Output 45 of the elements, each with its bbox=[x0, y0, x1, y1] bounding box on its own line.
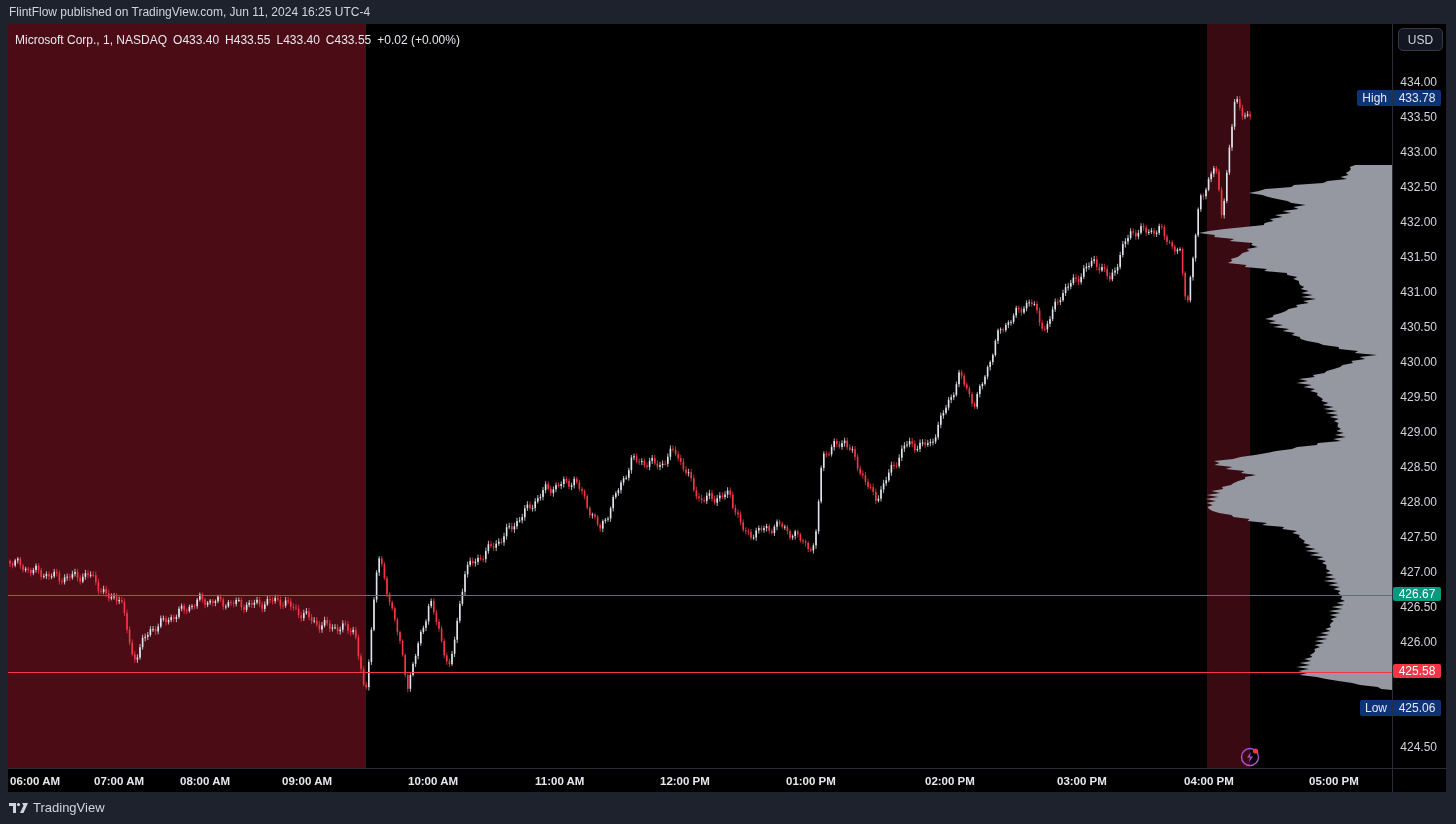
price-tick-label: 428.00 bbox=[1400, 496, 1437, 508]
price-tick-label: 427.00 bbox=[1400, 566, 1437, 578]
price-tick-label: 426.50 bbox=[1400, 601, 1437, 613]
price-marker-value: 426.67 bbox=[1393, 587, 1441, 601]
price-tick-label: 431.50 bbox=[1400, 251, 1437, 263]
time-tick-label: 01:00 PM bbox=[786, 774, 836, 788]
ohlc-value: O433.40 bbox=[173, 32, 220, 49]
time-tick-label: 07:00 AM bbox=[94, 774, 145, 788]
time-tick-label: 02:00 PM bbox=[925, 774, 975, 788]
ohlc-value: C433.55 bbox=[325, 32, 372, 49]
price-tick-label: 430.00 bbox=[1400, 356, 1437, 368]
price-tick-label: 429.00 bbox=[1400, 426, 1437, 438]
time-tick-label: 12:00 PM bbox=[660, 774, 710, 788]
price-tick-label: 433.00 bbox=[1400, 146, 1437, 158]
time-tick-label: 11:00 AM bbox=[535, 774, 585, 788]
price-tick-label: 432.00 bbox=[1400, 216, 1437, 228]
price-tick-label: 430.50 bbox=[1400, 321, 1437, 333]
time-tick-label: 06:00 AM bbox=[10, 774, 61, 788]
price-tick-label: 429.50 bbox=[1400, 391, 1437, 403]
time-tick-label: 10:00 AM bbox=[408, 774, 459, 788]
currency-button[interactable]: USD bbox=[1398, 28, 1443, 51]
time-tick-label: 05:00 PM bbox=[1309, 774, 1359, 788]
price-tick-label: 426.00 bbox=[1400, 636, 1437, 648]
time-tick-label: 09:00 AM bbox=[282, 774, 333, 788]
time-tick-label: 04:00 PM bbox=[1184, 774, 1234, 788]
time-tick-label: 03:00 PM bbox=[1057, 774, 1107, 788]
price-tick-label: 431.00 bbox=[1400, 286, 1437, 298]
time-tick-label: 08:00 AM bbox=[180, 774, 231, 788]
price-marker-value: 425.58 bbox=[1393, 664, 1441, 678]
price-tick-label: 432.50 bbox=[1400, 181, 1437, 193]
publisher-line: FlintFlow published on TradingView.com, Jun 11, 2024 16:25 UTC-4 bbox=[9, 4, 371, 21]
symbol-title: Microsoft Corp., 1, NASDAQ bbox=[15, 32, 168, 49]
price-tick-label: 428.50 bbox=[1400, 461, 1437, 473]
price-marker-value: 433.78 bbox=[1393, 90, 1441, 106]
price-tick-label: 427.50 bbox=[1400, 531, 1437, 543]
brand-name: TradingView bbox=[33, 799, 105, 818]
price-tick-label: 424.50 bbox=[1400, 741, 1437, 753]
price-marker-label: Low bbox=[1360, 700, 1392, 716]
ohlc-value: H433.55 bbox=[225, 32, 271, 49]
price-marker-label: High bbox=[1357, 90, 1392, 106]
ohlc-value: L433.40 bbox=[276, 32, 320, 49]
ohlc-value: +0.02 (+0.00%) bbox=[377, 32, 460, 49]
price-tick-label: 434.00 bbox=[1400, 76, 1437, 88]
price-marker-value: 425.06 bbox=[1393, 700, 1441, 716]
price-tick-label: 433.50 bbox=[1400, 111, 1437, 123]
